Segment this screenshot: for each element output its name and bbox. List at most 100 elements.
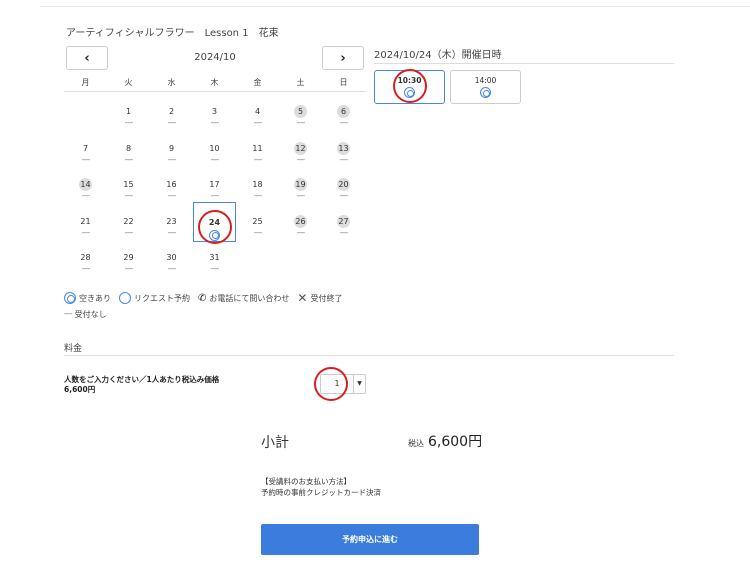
day-number: 15 (123, 180, 134, 189)
day-status: ----- (253, 119, 263, 127)
fee-heading: 料金 (64, 344, 83, 354)
calendar-day-14[interactable]: 14 ----- (64, 165, 107, 202)
calendar-day-5[interactable]: 5 ----- (279, 92, 322, 129)
calendar-week: 7 ----- 8 ----- 9 ----- 10 ----- 11 ----- 12 ----- 1… (64, 129, 366, 166)
calendar-day-21[interactable]: 21 ----- (64, 202, 107, 242)
day-number: 4 (254, 107, 261, 116)
fee-divider (64, 355, 674, 356)
day-status: ----- (296, 228, 306, 237)
calendar-day-10[interactable]: 10 ----- (193, 129, 236, 166)
day-number: 21 (80, 216, 91, 226)
tax-label: 税込 (408, 439, 424, 448)
calendar-day-25[interactable]: 25 ----- (236, 202, 279, 242)
day-number: 30 (166, 253, 177, 262)
day-number: 23 (166, 216, 177, 226)
day-status: ----- (253, 192, 263, 200)
day-status: ----- (339, 192, 349, 200)
calendar-day-empty (236, 238, 279, 275)
day-number: 25 (252, 216, 263, 226)
calendar-week: 1 ----- 2 ----- 3 ----- 4 ----- 5 ----- 6 ----- (64, 92, 366, 129)
weekday-label: 木 (210, 78, 219, 87)
day-status: ----- (296, 119, 306, 127)
day-status: ----- (210, 155, 220, 164)
day-number: 8 (125, 143, 132, 153)
calendar-day-6[interactable]: 6 ----- (322, 92, 365, 129)
prev-month-button[interactable]: ‹ (66, 46, 108, 70)
month-label: 2024/10 (194, 52, 236, 63)
calendar-day-29[interactable]: 29 ----- (107, 238, 150, 275)
calendar-day-30[interactable]: 30 ----- (150, 238, 193, 275)
calendar-grid: 1 ----- 2 ----- 3 ----- 4 ----- 5 ----- 6 ----- 7 ---… (64, 92, 366, 275)
day-status: ----- (296, 192, 306, 200)
calendar-day-20[interactable]: 20 ----- (322, 165, 365, 202)
day-status: ----- (124, 228, 134, 237)
day-number: 12 (294, 141, 307, 155)
calendar-day-8[interactable]: 8 ----- (107, 129, 150, 166)
highlight-circle-slot (393, 69, 427, 103)
day-status: ----- (339, 155, 349, 164)
calendar: 月 火 水 木 金 土 日 1 ----- 2 ----- 3 ----- 4 ----- 5-… (64, 74, 366, 275)
day-status: ----- (124, 192, 134, 200)
day-status: ----- (81, 192, 91, 200)
day-status: ----- (167, 119, 177, 127)
calendar-day-19[interactable]: 19 ----- (279, 165, 322, 202)
day-number: 29 (123, 253, 134, 262)
day-status: ----- (210, 192, 220, 200)
day-status: ----- (167, 192, 177, 200)
day-number: 22 (123, 216, 134, 226)
calendar-day-28[interactable]: 28 ----- (64, 238, 107, 275)
chevron-down-icon: ▼ (353, 375, 365, 393)
calendar-day-empty (322, 238, 365, 275)
submit-reservation-button[interactable]: 予約申込に進む (261, 524, 479, 555)
day-status: ----- (81, 228, 91, 237)
calendar-day-11[interactable]: 11 ----- (236, 129, 279, 166)
day-status: ----- (124, 265, 134, 273)
day-number: 14 (79, 178, 92, 191)
calendar-day-16[interactable]: 16 ----- (150, 165, 193, 202)
phone-icon: ✆ (198, 292, 207, 304)
calendar-day-23[interactable]: 23 ----- (150, 202, 193, 242)
calendar-day-17[interactable]: 17 ----- (193, 165, 236, 202)
double-circle-icon (64, 292, 76, 304)
calendar-day-18[interactable]: 18 ----- (236, 165, 279, 202)
time-slot-1400[interactable]: 14:00 (450, 70, 521, 104)
subtotal-value: 6,600円 (428, 434, 483, 450)
day-number: 20 (337, 178, 350, 191)
day-status: ----- (167, 265, 177, 273)
weekday-label: 水 (167, 78, 176, 87)
day-status: ----- (124, 155, 134, 164)
day-status: ----- (253, 155, 263, 164)
highlight-circle-date (198, 210, 232, 244)
day-number: 1 (125, 107, 132, 116)
calendar-day-27[interactable]: 27 ----- (322, 202, 365, 242)
calendar-day-13[interactable]: 13 ----- (322, 129, 365, 166)
highlight-circle-quantity (314, 367, 348, 401)
day-number: 10 (209, 143, 220, 153)
next-month-button[interactable]: › (322, 46, 364, 70)
legend: 空きあり リクエスト予約 ✆ お電話にて問い合わせ ✕ 受付終了 ----- 受… (64, 290, 374, 322)
calendar-day-22[interactable]: 22 ----- (107, 202, 150, 242)
calendar-day-26[interactable]: 26 ----- (279, 202, 322, 242)
top-divider (40, 6, 750, 7)
circle-icon (119, 292, 131, 304)
calendar-day-12[interactable]: 12 ----- (279, 129, 322, 166)
fee-label: 人数をご入力ください／1人あたり税込み価格 6,600円 (64, 375, 220, 394)
calendar-day-1[interactable]: 1 ----- (107, 92, 150, 129)
legend-request: リクエスト予約 (119, 292, 190, 304)
calendar-day-2[interactable]: 2 ----- (150, 92, 193, 129)
day-number: 27 (337, 214, 350, 228)
day-status: ----- (210, 119, 220, 127)
day-status: ----- (253, 228, 263, 237)
legend-phone: ✆ お電話にて問い合わせ (198, 292, 290, 304)
calendar-day-4[interactable]: 4 ----- (236, 92, 279, 129)
day-status: ----- (81, 155, 91, 164)
course-title: アーティフィシャルフラワー Lesson 1 花束 (66, 28, 279, 39)
calendar-day-7[interactable]: 7 ----- (64, 129, 107, 166)
day-number: 3 (211, 107, 218, 116)
day-number: 5 (294, 105, 307, 118)
calendar-day-3[interactable]: 3 ----- (193, 92, 236, 129)
calendar-day-15[interactable]: 15 ----- (107, 165, 150, 202)
day-number: 7 (82, 143, 89, 153)
day-number: 31 (209, 253, 220, 262)
calendar-day-9[interactable]: 9 ----- (150, 129, 193, 166)
